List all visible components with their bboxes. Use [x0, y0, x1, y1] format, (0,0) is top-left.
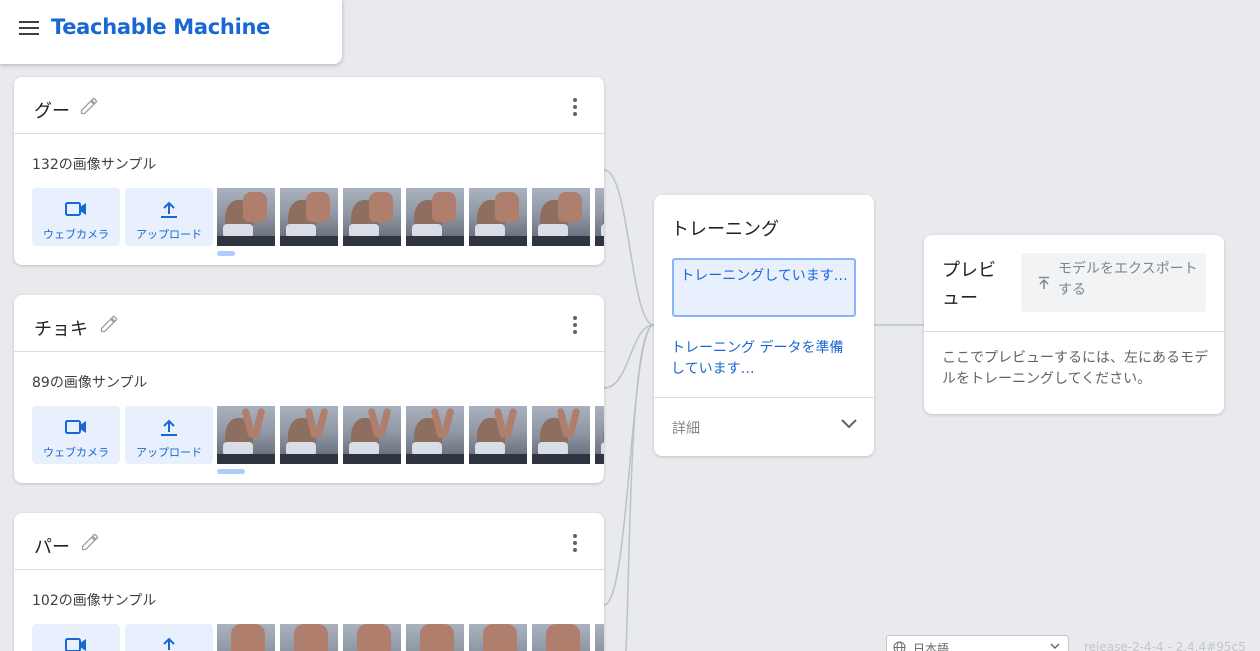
- sample-count: 89の画像サンプル: [32, 375, 148, 391]
- sample-thumbnail[interactable]: [343, 406, 401, 464]
- class-card-pa: パー 102の画像サンプル: [14, 513, 604, 651]
- divider: [924, 331, 1224, 332]
- sample-thumbnail[interactable]: [343, 624, 401, 651]
- thumbnail-scrollbar[interactable]: [217, 251, 235, 256]
- export-label: モデルをエクスポートする: [1058, 261, 1198, 298]
- upload-button[interactable]: [125, 624, 213, 651]
- upload-label: アップロード: [136, 228, 202, 241]
- sample-thumbnail[interactable]: [280, 624, 338, 651]
- upload-button[interactable]: アップロード: [125, 188, 213, 246]
- sample-thumbnails: [217, 406, 604, 464]
- more-options-icon[interactable]: [572, 98, 578, 116]
- language-label: 日本語: [913, 642, 950, 651]
- language-select[interactable]: 日本語: [886, 635, 1069, 651]
- thumbnail-scrollbar[interactable]: [217, 469, 245, 474]
- sample-thumbnail[interactable]: [280, 188, 338, 246]
- sample-thumbnail[interactable]: [469, 188, 527, 246]
- edit-pencil-icon[interactable]: [99, 314, 119, 334]
- training-status: トレーニング データを準備しています…: [671, 340, 844, 377]
- video-camera-icon: [65, 638, 86, 651]
- upload-icon: [161, 201, 177, 218]
- train-model-button[interactable]: トレーニングしています…: [672, 258, 856, 317]
- sample-thumbnail[interactable]: [217, 624, 275, 651]
- sample-thumbnails: [217, 624, 604, 651]
- class-name[interactable]: チョキ: [34, 315, 88, 341]
- sample-thumbnail[interactable]: [217, 406, 275, 464]
- webcam-button[interactable]: ウェブカメラ: [32, 188, 120, 246]
- webcam-button[interactable]: ウェブカメラ: [32, 406, 120, 464]
- upload-icon: [161, 419, 177, 436]
- hamburger-menu-icon[interactable]: [19, 21, 39, 37]
- sample-thumbnail[interactable]: [469, 624, 527, 651]
- sample-thumbnail[interactable]: [406, 624, 464, 651]
- sample-count: 132の画像サンプル: [32, 157, 157, 173]
- sample-thumbnail[interactable]: [532, 406, 590, 464]
- edit-pencil-icon[interactable]: [79, 96, 99, 116]
- sample-thumbnails: [217, 188, 604, 246]
- upload-label: アップロード: [136, 446, 202, 459]
- edit-pencil-icon[interactable]: [80, 532, 100, 552]
- more-options-icon[interactable]: [572, 534, 578, 552]
- sample-count: 102の画像サンプル: [32, 593, 157, 609]
- video-camera-icon: [65, 202, 86, 216]
- preview-card: プレビュー モデルをエクスポートする ここでプレビューするには、左にあるモデルを…: [924, 235, 1224, 414]
- class-name[interactable]: パー: [34, 533, 70, 559]
- webcam-label: ウェブカメラ: [43, 446, 109, 459]
- release-version: release-2-4-4 - 2.4.4#95c5: [1084, 640, 1246, 651]
- preview-message: ここでプレビューするには、左にあるモデルをトレーニングしてください。: [942, 350, 1208, 387]
- class-card-header: パー: [14, 513, 604, 570]
- sample-thumbnail[interactable]: [406, 188, 464, 246]
- advanced-details-toggle[interactable]: 詳細: [654, 398, 874, 456]
- chevron-down-icon: [841, 419, 857, 429]
- more-options-icon[interactable]: [572, 316, 578, 334]
- details-label: 詳細: [672, 421, 700, 437]
- export-icon: [1039, 276, 1049, 289]
- sample-thumbnail[interactable]: [343, 188, 401, 246]
- brand-title[interactable]: Teachable Machine: [51, 15, 270, 39]
- sample-thumbnail[interactable]: [595, 188, 604, 246]
- upload-button[interactable]: アップロード: [125, 406, 213, 464]
- export-model-button[interactable]: モデルをエクスポートする: [1021, 253, 1206, 312]
- globe-icon: [893, 641, 906, 651]
- class-card-header: チョキ: [14, 295, 604, 352]
- preview-title: プレビュー: [942, 260, 996, 309]
- sample-thumbnail[interactable]: [406, 406, 464, 464]
- training-title: トレーニング: [671, 219, 779, 240]
- video-camera-icon: [65, 420, 86, 434]
- sample-thumbnail[interactable]: [595, 624, 604, 651]
- sample-thumbnail[interactable]: [532, 188, 590, 246]
- class-card-choki: チョキ 89の画像サンプル ウェブカメラ アップロード: [14, 295, 604, 483]
- sample-thumbnail[interactable]: [532, 624, 590, 651]
- chevron-down-icon: [1050, 643, 1060, 649]
- class-card-header: グー: [14, 77, 604, 134]
- sample-thumbnail[interactable]: [217, 188, 275, 246]
- webcam-label: ウェブカメラ: [43, 228, 109, 241]
- sample-thumbnail[interactable]: [469, 406, 527, 464]
- sample-thumbnail[interactable]: [595, 406, 604, 464]
- class-name[interactable]: グー: [34, 97, 70, 123]
- training-card: トレーニング トレーニングしています… トレーニング データを準備しています… …: [654, 195, 874, 456]
- class-card-gu: グー 132の画像サンプル ウェブカメラ アップロード: [14, 77, 604, 265]
- app-header: Teachable Machine: [0, 0, 342, 64]
- upload-icon: [163, 637, 175, 650]
- webcam-button[interactable]: [32, 624, 120, 651]
- sample-thumbnail[interactable]: [280, 406, 338, 464]
